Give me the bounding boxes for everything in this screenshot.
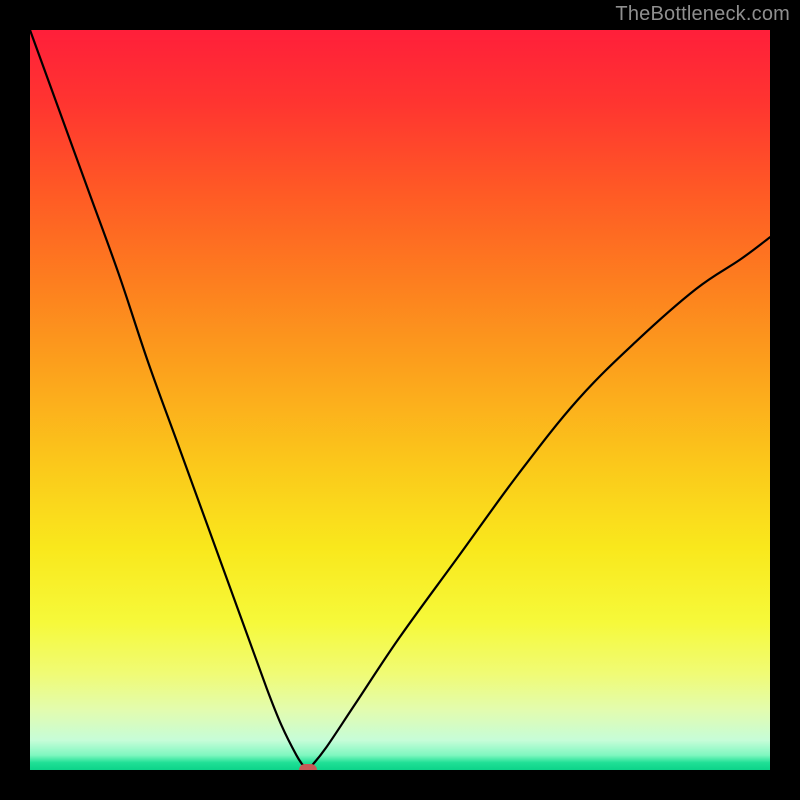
- plot-area: [30, 30, 770, 770]
- chart-frame: TheBottleneck.com: [0, 0, 800, 800]
- bottleneck-curve: [30, 30, 770, 770]
- optimal-point-marker: [299, 764, 317, 770]
- watermark-text: TheBottleneck.com: [615, 3, 790, 26]
